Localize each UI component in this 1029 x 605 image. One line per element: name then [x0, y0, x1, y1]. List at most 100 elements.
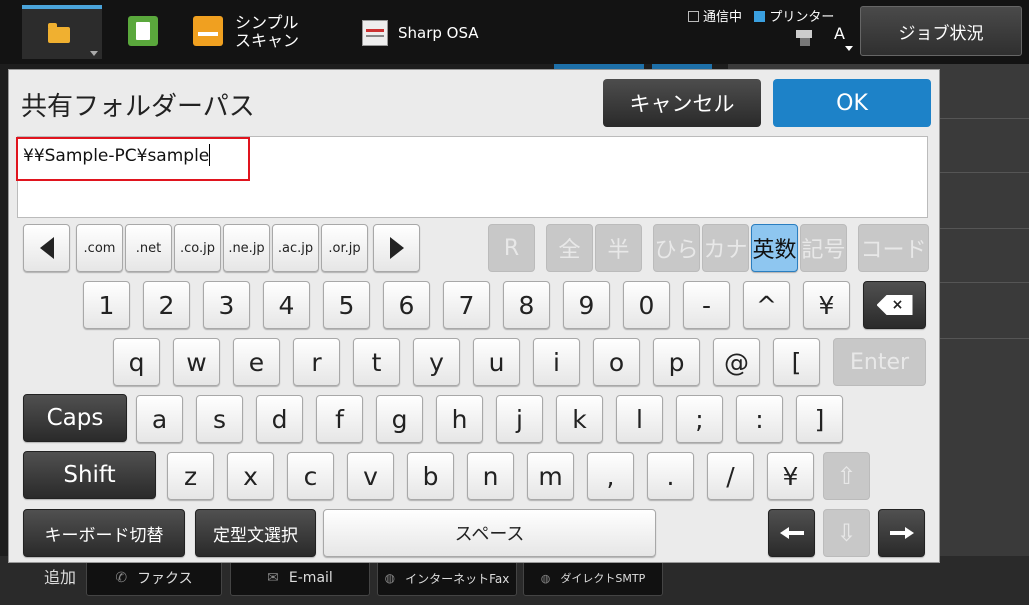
key-u[interactable]: u	[473, 338, 520, 386]
enter-button: Enter	[833, 338, 926, 386]
font-indicator: A	[834, 24, 845, 43]
font-chevron-icon	[845, 46, 853, 51]
key-q[interactable]: q	[113, 338, 160, 386]
space-key[interactable]: スペース	[323, 509, 656, 557]
key-l[interactable]: l	[616, 395, 663, 443]
template-select-button[interactable]: 定型文選択	[195, 509, 316, 557]
key-n[interactable]: n	[467, 452, 514, 500]
tab-file-folder[interactable]	[22, 5, 102, 59]
cursor-left-arrow-button[interactable]	[768, 509, 815, 557]
left-triangle-icon	[39, 237, 54, 259]
domain-key[interactable]: .or.jp	[321, 224, 368, 272]
scan-icon[interactable]	[193, 16, 223, 46]
tab-simple-scan[interactable]: シンプル スキャン	[235, 14, 299, 50]
key-comma[interactable]: ,	[587, 452, 634, 500]
key-3[interactable]: 3	[203, 281, 250, 329]
printer-indicator-icon	[754, 11, 766, 22]
mode-katakana-key: カナ	[702, 224, 749, 272]
key-4[interactable]: 4	[263, 281, 310, 329]
key-f[interactable]: f	[316, 395, 363, 443]
key-semicolon[interactable]: ;	[676, 395, 723, 443]
keyboard-switch-button[interactable]: キーボード切替	[23, 509, 185, 557]
add-label: 追加	[44, 568, 77, 587]
key-yen[interactable]: ¥	[803, 281, 850, 329]
key-d[interactable]: d	[256, 395, 303, 443]
key-t[interactable]: t	[353, 338, 400, 386]
dialog-title: 共有フォルダーパス	[21, 92, 255, 122]
key-0[interactable]: 0	[623, 281, 670, 329]
cursor-right-button[interactable]	[373, 224, 420, 272]
mode-symbol-key: 記号	[800, 224, 847, 272]
path-input-value: ¥¥Sample-PC¥sample	[23, 144, 211, 166]
key-period[interactable]: .	[647, 452, 694, 500]
key-9[interactable]: 9	[563, 281, 610, 329]
key-c[interactable]: c	[287, 452, 334, 500]
caps-button[interactable]: Caps	[23, 394, 127, 442]
key-j[interactable]: j	[496, 395, 543, 443]
key-5[interactable]: 5	[323, 281, 370, 329]
osa-icon[interactable]	[362, 20, 388, 46]
ok-button[interactable]: OK	[773, 79, 931, 127]
key-y[interactable]: y	[413, 338, 460, 386]
mail-icon: ✉	[267, 570, 279, 586]
fax-button[interactable]: ✆ ファクス	[86, 560, 222, 596]
key-slash[interactable]: /	[707, 452, 754, 500]
key-6[interactable]: 6	[383, 281, 430, 329]
key-m[interactable]: m	[527, 452, 574, 500]
key-2[interactable]: 2	[143, 281, 190, 329]
direct-smtp-button[interactable]: ◍ ダイレクトSMTP	[523, 560, 663, 596]
key-z[interactable]: z	[167, 452, 214, 500]
key-at[interactable]: @	[713, 338, 760, 386]
key-open-bracket[interactable]: [	[773, 338, 820, 386]
key-close-bracket[interactable]: ]	[796, 395, 843, 443]
key-r[interactable]: r	[293, 338, 340, 386]
comm-indicator-icon	[688, 11, 699, 22]
domain-key[interactable]: .ac.jp	[272, 224, 319, 272]
mode-hiragana-key: ひら	[653, 224, 700, 272]
key-s[interactable]: s	[196, 395, 243, 443]
key-a[interactable]: a	[136, 395, 183, 443]
backspace-icon: ×	[876, 295, 913, 315]
printer-status-icon	[796, 26, 814, 46]
key-h[interactable]: h	[436, 395, 483, 443]
text-caret	[209, 144, 211, 166]
key-v[interactable]: v	[347, 452, 394, 500]
domain-key[interactable]: .net	[125, 224, 172, 272]
cursor-down-button: ⇩	[823, 509, 870, 557]
keyboard-dialog: 共有フォルダーパス キャンセル OK ¥¥Sample-PC¥sample .c…	[8, 69, 940, 563]
internet-fax-button[interactable]: ◍ インターネットFax	[377, 560, 517, 596]
domain-key[interactable]: .com	[76, 224, 123, 272]
chevron-down-icon	[90, 51, 98, 56]
key-colon[interactable]: :	[736, 395, 783, 443]
key-8[interactable]: 8	[503, 281, 550, 329]
cursor-right-arrow-button[interactable]	[878, 509, 925, 557]
key-g[interactable]: g	[376, 395, 423, 443]
domain-key[interactable]: .co.jp	[174, 224, 221, 272]
key-o[interactable]: o	[593, 338, 640, 386]
backspace-button[interactable]: ×	[863, 281, 926, 329]
key-w[interactable]: w	[173, 338, 220, 386]
copy-icon[interactable]	[128, 16, 158, 46]
cursor-left-button[interactable]	[23, 224, 70, 272]
key-minus[interactable]: -	[683, 281, 730, 329]
cancel-button[interactable]: キャンセル	[603, 79, 761, 127]
shift-button[interactable]: Shift	[23, 451, 156, 499]
key-x[interactable]: x	[227, 452, 274, 500]
key-e[interactable]: e	[233, 338, 280, 386]
key-yen-2[interactable]: ¥	[767, 452, 814, 500]
mode-alphanumeric-key[interactable]: 英数	[751, 224, 798, 272]
key-1[interactable]: 1	[83, 281, 130, 329]
job-status-button[interactable]: ジョブ状況	[860, 6, 1022, 56]
tab-sharp-osa[interactable]: Sharp OSA	[398, 24, 479, 42]
right-arrow-icon	[889, 527, 914, 539]
domain-key[interactable]: .ne.jp	[223, 224, 270, 272]
key-caret[interactable]: ^	[743, 281, 790, 329]
key-7[interactable]: 7	[443, 281, 490, 329]
email-label: E-mail	[288, 570, 333, 586]
key-k[interactable]: k	[556, 395, 603, 443]
key-p[interactable]: p	[653, 338, 700, 386]
key-b[interactable]: b	[407, 452, 454, 500]
right-triangle-icon	[389, 237, 404, 259]
email-button[interactable]: ✉ E-mail	[230, 560, 370, 596]
key-i[interactable]: i	[533, 338, 580, 386]
